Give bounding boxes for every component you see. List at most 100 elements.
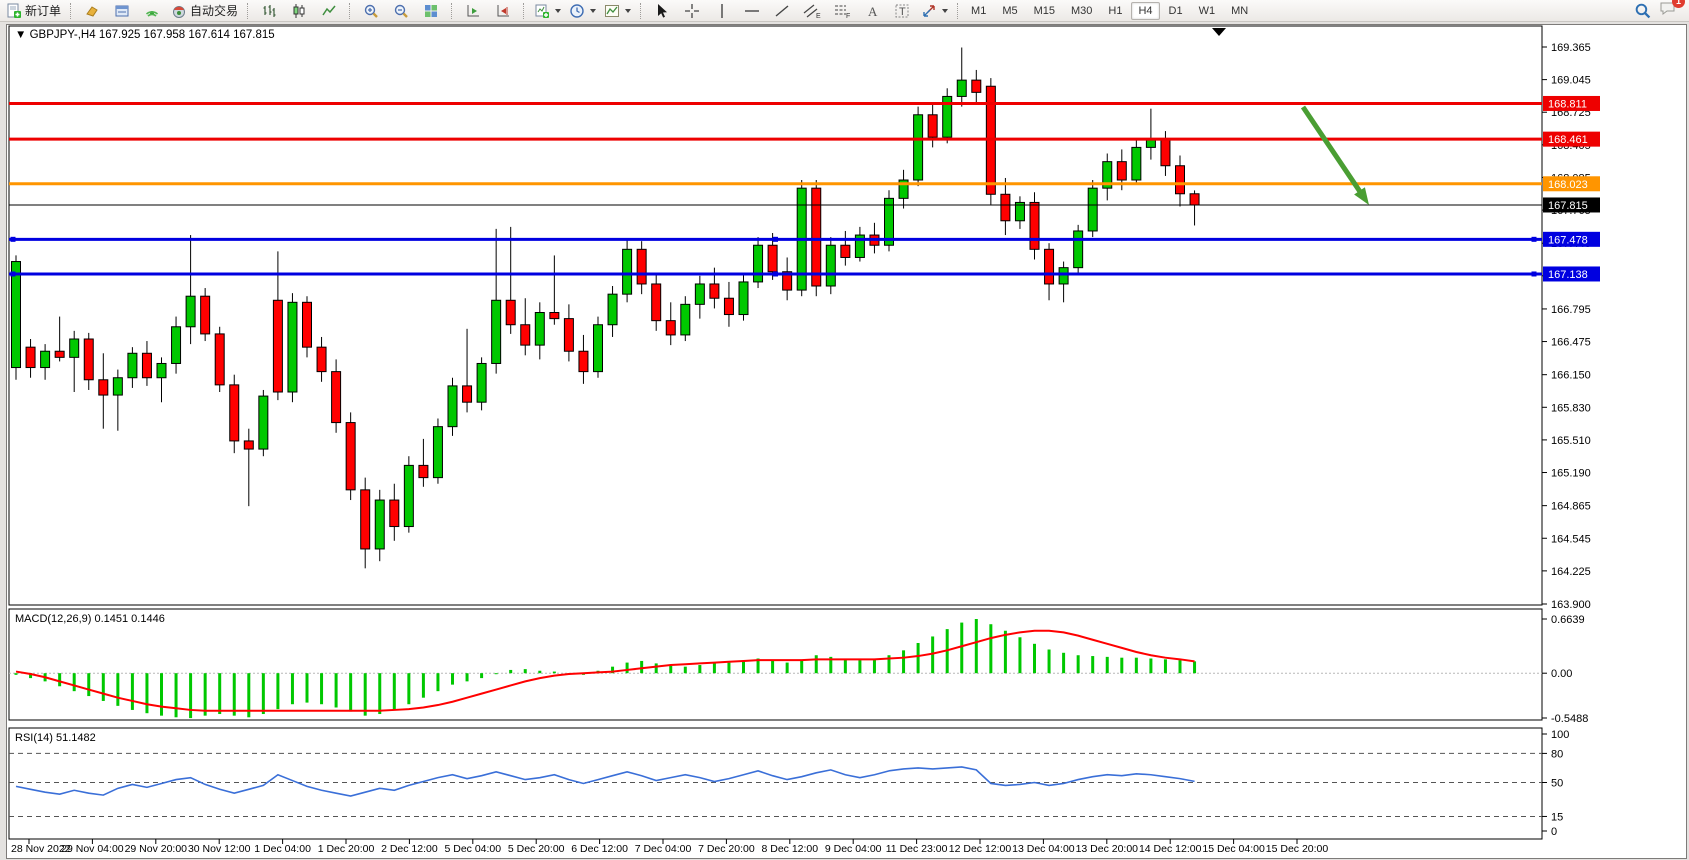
cursor-button[interactable] [647,0,677,22]
chart-shift-button[interactable] [488,0,518,22]
text-button[interactable]: A [857,0,887,22]
candle-body [201,296,210,334]
timeframe-m5[interactable]: M5 [995,2,1024,20]
time-label: 13 Dec 04:00 [1012,843,1075,855]
chart-canvas[interactable]: 169.365169.045168.725168.405168.085167.7… [7,25,1686,858]
separator [247,3,249,19]
periods-button[interactable] [565,0,600,22]
clock-icon [569,3,585,19]
timeframe-d1[interactable]: D1 [1162,2,1190,20]
hline-handle[interactable] [11,237,16,242]
equidistant-channel-button[interactable]: E [797,0,827,22]
price-tick-label: 163.900 [1551,599,1591,611]
candle-body [26,347,35,367]
macd-histogram-bar [306,673,309,702]
search-icon[interactable] [1634,2,1651,19]
timeframe-m15[interactable]: M15 [1027,2,1062,20]
text-label-button[interactable]: T [887,0,917,22]
signals-button[interactable] [137,0,167,22]
candle-body [739,282,748,315]
timeframe-mn[interactable]: MN [1224,2,1255,20]
new-order-button[interactable]: 新订单 [2,0,65,22]
macd-histogram-bar [1120,658,1123,674]
tile-windows-icon [423,3,439,19]
fibonacci-button[interactable]: F [827,0,857,22]
macd-histogram-bar [131,673,134,710]
candle-body [419,465,428,477]
new-chart-button[interactable] [530,0,565,22]
rsi-tick-label: 80 [1551,748,1563,760]
time-label: 12 Dec 12:00 [949,843,1012,855]
styles-button[interactable] [77,0,107,22]
macd-histogram-bar [87,673,90,696]
timeframe-m1[interactable]: M1 [964,2,993,20]
candle-body [535,313,544,346]
timeframe-h1[interactable]: H1 [1101,2,1129,20]
rsi-tick-label: 0 [1551,826,1557,838]
zoom-out-button[interactable] [386,0,416,22]
hline-handle[interactable] [1532,271,1537,276]
macd-histogram-bar [1179,660,1182,673]
data-window-icon [114,3,130,19]
text-label-icon: T [894,3,910,19]
candle-body [1001,194,1010,220]
equidistant-channel-icon: E [803,3,821,19]
autotrading-button[interactable]: 自动交易 [167,0,242,22]
candle-body [1074,231,1083,268]
time-label: 13 Dec 20:00 [1076,843,1139,855]
notifications-button[interactable]: 1 [1659,0,1677,21]
arrows-button[interactable] [917,0,952,22]
macd-histogram-bar [684,667,687,674]
macd-histogram-bar [1033,644,1036,673]
rsi-tick-label: 100 [1551,729,1569,741]
macd-histogram-bar [931,636,934,673]
candle-body [433,427,442,478]
candle-body [564,319,573,352]
macd-histogram-bar [204,673,207,715]
data-window-button[interactable] [107,0,137,22]
candle-body [550,313,559,319]
rsi-tick-label: 50 [1551,778,1563,790]
separator [70,3,72,19]
indicators-button[interactable] [600,0,635,22]
macd-histogram-bar [1149,659,1152,674]
time-label: 30 Nov 12:00 [188,843,251,855]
separator [640,3,642,19]
price-tag-label: 167.815 [1548,200,1588,212]
candle-body [492,300,501,363]
time-label: 14 Dec 12:00 [1139,843,1202,855]
macd-histogram-bar [815,655,818,673]
candle-body [695,284,704,304]
tile-windows-button[interactable] [416,0,446,22]
line-chart-icon [321,3,337,19]
macd-histogram-bar [451,673,454,684]
macd-histogram-bar [422,673,425,697]
macd-histogram-bar [466,673,469,681]
timeframe-w1[interactable]: W1 [1192,2,1223,20]
hline-handle[interactable] [1532,237,1537,242]
time-label: 5 Dec 20:00 [508,843,565,855]
line-chart-button[interactable] [314,0,344,22]
auto-scroll-button[interactable] [458,0,488,22]
timeframe-m30[interactable]: M30 [1064,2,1099,20]
crosshair-button[interactable] [677,0,707,22]
hline-handle[interactable] [773,271,778,276]
macd-histogram-bar [335,673,338,707]
time-label: 29 Nov 04:00 [61,843,124,855]
macd-histogram-bar [669,666,672,673]
new-chart-icon [534,3,550,19]
time-label: 15 Dec 20:00 [1266,843,1329,855]
candle-body [172,327,181,364]
hline-handle[interactable] [11,271,16,276]
macd-histogram-bar [713,663,716,673]
horizontal-line-button[interactable] [737,0,767,22]
trendline-button[interactable] [767,0,797,22]
zoom-in-button[interactable] [356,0,386,22]
hline-handle[interactable] [773,237,778,242]
bar-chart-button[interactable] [254,0,284,22]
macd-histogram-bar [1077,655,1080,673]
timeframe-h4[interactable]: H4 [1131,2,1159,20]
vertical-line-button[interactable] [707,0,737,22]
candlestick-chart-button[interactable] [284,0,314,22]
dropdown-arrow-icon [942,9,948,13]
